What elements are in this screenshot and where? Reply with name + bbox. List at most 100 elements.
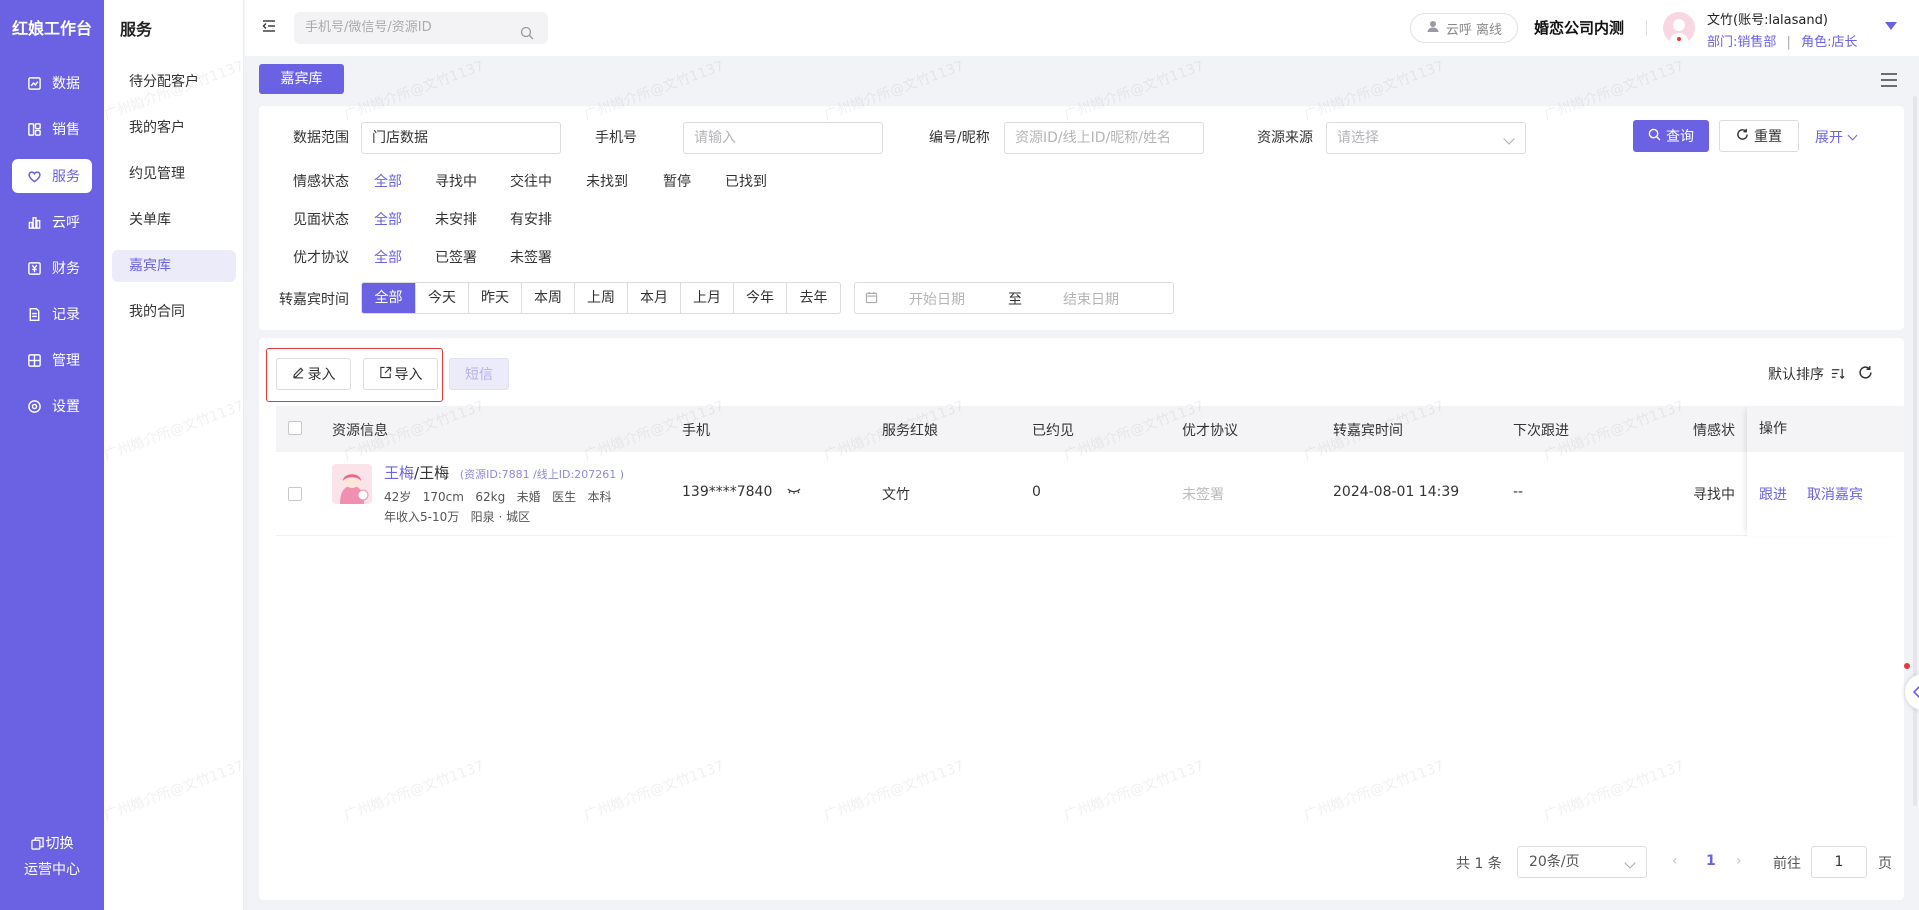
subnav-item-closed[interactable]: 关单库 [112, 204, 236, 236]
transfer-option-this-year[interactable]: 今年 [733, 283, 786, 313]
emotion-option-paused[interactable]: 暂停 [663, 171, 691, 191]
column-phone: 手机 [682, 423, 710, 439]
select-all-checkbox[interactable] [288, 421, 302, 435]
subnav-item-unassigned[interactable]: 待分配客户 [112, 66, 236, 98]
sidebar-item-sales[interactable]: 销售 [12, 112, 92, 146]
column-actions: 操作 [1747, 406, 1904, 452]
emotion-option-not-found[interactable]: 未找到 [586, 171, 628, 191]
chevron-down-icon [1624, 857, 1636, 869]
calendar-icon [865, 291, 878, 308]
refresh-icon[interactable] [1858, 365, 1874, 381]
agreement-option-all[interactable]: 全部 [374, 247, 402, 267]
transfer-option-today[interactable]: 今天 [415, 283, 468, 313]
resource-name: 王梅/王梅 (资源ID:7881 /线上ID:207261 ) [384, 462, 624, 483]
user-avatar[interactable] [1663, 12, 1695, 44]
follow-up-link[interactable]: 跟进 [1759, 484, 1787, 504]
code-input[interactable]: 资源ID/线上ID/昵称/姓名 [1004, 122, 1204, 154]
cloud-call-status[interactable]: 云呼 离线 [1410, 13, 1518, 43]
goto-page-input[interactable]: 1 [1811, 846, 1867, 878]
pagination: 共 1 条 20条/页 ‹ 1 › 前往 1 页 [259, 843, 1904, 883]
subnav-item-guests[interactable]: 嘉宾库 [112, 250, 236, 282]
sidebar-item-management[interactable]: 管理 [12, 343, 92, 377]
switch-icon [30, 834, 44, 858]
company-name: 婚恋公司内测 [1534, 19, 1625, 37]
sidebar-item-finance[interactable]: 财务 [12, 251, 92, 285]
sort-icon[interactable] [1830, 366, 1846, 382]
column-agreement: 优才协议 [1182, 423, 1238, 439]
sidebar-item-settings[interactable]: 设置 [12, 389, 92, 423]
subnav-item-contracts[interactable]: 我的合同 [112, 296, 236, 328]
scope-select[interactable]: 门店数据 [361, 122, 561, 154]
page-number[interactable]: 1 [1706, 853, 1716, 869]
import-icon [379, 366, 392, 383]
cancel-guest-link[interactable]: 取消嘉宾 [1807, 484, 1863, 504]
reset-button[interactable]: 重置 [1719, 120, 1799, 152]
page-size-select[interactable]: 20条/页 [1517, 846, 1647, 878]
resource-name-link[interactable]: 王梅 [384, 464, 414, 482]
prev-page-button[interactable]: ‹ [1672, 853, 1678, 869]
heart-icon [26, 168, 42, 184]
sidebar-item-data[interactable]: 数据 [12, 66, 92, 100]
emotion-option-searching[interactable]: 寻找中 [435, 171, 477, 191]
user-department: 部门:销售部 [1707, 35, 1777, 50]
sidebar-item-service[interactable]: 服务 [12, 159, 92, 193]
meet-option-unarranged[interactable]: 未安排 [435, 209, 477, 229]
transfer-option-all[interactable]: 全部 [362, 283, 415, 313]
transfer-option-last-year[interactable]: 去年 [786, 283, 840, 313]
user-role: 角色:店长 [1801, 35, 1858, 50]
user-dropdown-icon[interactable] [1885, 22, 1897, 30]
resource-profile-line: 42岁 170cm 62kg 未婚 医生 本科 [384, 490, 612, 504]
eye-closed-icon[interactable] [786, 482, 802, 502]
transfer-option-last-month[interactable]: 上月 [680, 283, 733, 313]
agreement-option-signed[interactable]: 已签署 [435, 247, 477, 267]
switch-target-label: 运营中心 [24, 862, 80, 878]
document-icon [26, 306, 42, 322]
transfer-option-this-month[interactable]: 本月 [627, 283, 680, 313]
global-search-input[interactable]: 手机号/微信号/资源ID [294, 12, 548, 44]
collapse-menu-icon[interactable] [261, 18, 279, 36]
tab-guests[interactable]: 嘉宾库 [259, 64, 344, 94]
refresh-icon [1736, 128, 1749, 145]
date-range-picker[interactable]: 开始日期 至 结束日期 [854, 282, 1174, 314]
expand-button[interactable]: 展开 [1815, 127, 1858, 147]
meet-option-arranged[interactable]: 有安排 [510, 209, 552, 229]
transfer-option-this-week[interactable]: 本周 [521, 283, 574, 313]
emotion-option-all[interactable]: 全部 [374, 171, 402, 191]
resource-ids: (资源ID:7881 /线上ID:207261 ) [459, 468, 624, 481]
resource-avatar [332, 464, 372, 504]
page-size-value: 20条/页 [1529, 854, 1580, 870]
primary-sidebar: 红娘工作台 数据 销售 服务 云呼 财务 记录 管理 设置 切换 运营中心 [0, 0, 104, 910]
row-matchmaker: 文竹 [882, 487, 910, 503]
source-select[interactable]: 请选择 [1326, 122, 1526, 154]
menu-icon[interactable] [1880, 72, 1898, 88]
agreement-option-unsigned[interactable]: 未签署 [510, 247, 552, 267]
row-emotion-status: 寻找中 [1693, 487, 1735, 503]
sort-label[interactable]: 默认排序 [1768, 364, 1824, 384]
sidebar-item-records[interactable]: 记录 [12, 297, 92, 331]
phone-input[interactable]: 请输入 [683, 122, 883, 154]
subnav-item-my-customers[interactable]: 我的客户 [112, 112, 236, 144]
search-icon[interactable] [520, 21, 534, 40]
switch-operations-button[interactable]: 切换 运营中心 [0, 832, 104, 882]
query-button[interactable]: 查询 [1633, 120, 1709, 152]
date-start-placeholder: 开始日期 [909, 292, 965, 308]
emotion-option-dating[interactable]: 交往中 [510, 171, 552, 191]
emotion-option-found[interactable]: 已找到 [725, 171, 767, 191]
side-panel-toggle[interactable] [1905, 674, 1919, 710]
source-placeholder: 请选择 [1337, 130, 1379, 146]
row-checkbox[interactable] [288, 487, 302, 501]
import-label: 导入 [394, 367, 423, 383]
enter-button[interactable]: 录入 [276, 358, 351, 390]
next-page-button[interactable]: › [1736, 853, 1742, 869]
subnav-item-appointments[interactable]: 约见管理 [112, 158, 236, 190]
transfer-option-yesterday[interactable]: 昨天 [468, 283, 521, 313]
meet-option-all[interactable]: 全部 [374, 209, 402, 229]
transfer-option-last-week[interactable]: 上周 [574, 283, 627, 313]
transfer-time-segmented: 全部 今天 昨天 本周 上周 本月 上月 今年 去年 [361, 282, 841, 314]
sms-button[interactable]: 短信 [449, 358, 509, 390]
user-name: 文竹(账号:lalasand) [1707, 13, 1828, 28]
user-meta-separator: | [1786, 35, 1791, 50]
reset-label: 重置 [1754, 129, 1782, 145]
import-button[interactable]: 导入 [363, 358, 438, 390]
sidebar-item-cloudcall[interactable]: 云呼 [12, 205, 92, 239]
